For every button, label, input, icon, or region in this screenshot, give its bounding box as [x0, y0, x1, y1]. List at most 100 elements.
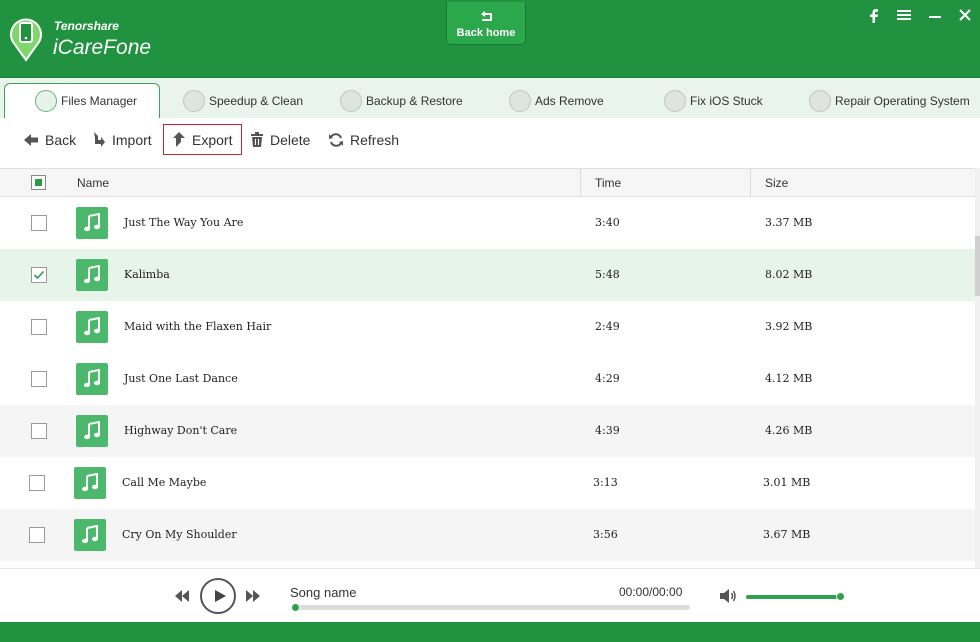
- tab-speedup-clean[interactable]: Speedup & Clean: [183, 83, 303, 118]
- song-name: Highway Don't Care: [124, 424, 238, 437]
- play-icon: [215, 590, 226, 602]
- tab-label: Speedup & Clean: [209, 93, 304, 108]
- progress-handle[interactable]: [291, 603, 300, 612]
- song-name: Just One Last Dance: [124, 372, 238, 385]
- row-checkbox[interactable]: [31, 423, 47, 439]
- column-divider[interactable]: [750, 169, 751, 197]
- refresh-button[interactable]: Refresh: [328, 124, 399, 155]
- volume-icon: [720, 589, 736, 603]
- import-button[interactable]: Import: [92, 124, 152, 155]
- table-row[interactable]: Call Me Maybe 3:13 3.01 MB: [0, 457, 975, 509]
- import-label: Import: [112, 131, 152, 148]
- volume-slider[interactable]: [746, 595, 843, 599]
- song-time: 5:48: [595, 268, 620, 281]
- tab-ads-remove[interactable]: Ads Remove: [509, 83, 604, 118]
- trash-icon: [509, 89, 531, 112]
- tab-label: Files Manager: [61, 94, 138, 108]
- row-checkbox[interactable]: [31, 371, 47, 387]
- music-icon: [76, 259, 108, 291]
- export-button[interactable]: Export: [163, 124, 243, 155]
- song-time: 2:49: [595, 320, 620, 333]
- music-player: Song name 00:00/00:00: [0, 568, 980, 622]
- close-icon[interactable]: [955, 7, 975, 25]
- back-home-label: Back home: [456, 27, 516, 39]
- song-name: Just The Way You Are: [124, 216, 244, 229]
- rewind-icon: [175, 590, 189, 602]
- volume-button[interactable]: [719, 588, 737, 609]
- play-button[interactable]: [200, 578, 236, 614]
- song-time: 3:40: [595, 216, 620, 229]
- song-list: Just The Way You Are 3:40 3.37 MB Kalimb…: [0, 197, 975, 567]
- row-checkbox[interactable]: [31, 319, 47, 335]
- back-home-button[interactable]: Back home: [446, 2, 526, 45]
- select-all-checkbox[interactable]: [31, 175, 46, 190]
- status-bar: [0, 622, 980, 642]
- song-name: Call Me Maybe: [122, 476, 207, 489]
- table-row[interactable]: Just The Way You Are 3:40 3.37 MB: [0, 197, 975, 249]
- music-icon: [74, 467, 106, 499]
- fast-forward-icon: [246, 590, 260, 602]
- checkmark-icon: [33, 270, 45, 280]
- scrollbar[interactable]: [975, 168, 980, 568]
- table-row[interactable]: Maid with the Flaxen Hair 2:49 3.92 MB: [0, 301, 975, 353]
- now-playing-time: 00:00/00:00: [619, 585, 683, 599]
- song-time: 3:13: [593, 476, 618, 489]
- song-time: 3:56: [593, 528, 618, 541]
- facebook-icon[interactable]: [864, 7, 884, 25]
- trash-icon: [251, 131, 263, 147]
- back-label: Back: [45, 131, 77, 148]
- scrollbar-thumb[interactable]: [975, 236, 980, 296]
- folder-icon: [340, 89, 362, 112]
- music-icon: [76, 415, 108, 447]
- music-icon: [76, 311, 108, 343]
- column-header-time[interactable]: Time: [595, 169, 621, 197]
- delete-label: Delete: [270, 131, 311, 148]
- column-header-name[interactable]: Name: [77, 169, 109, 197]
- tab-files-manager[interactable]: Files Manager: [4, 83, 160, 118]
- tab-fix-ios-stuck[interactable]: Fix iOS Stuck: [664, 83, 763, 118]
- tab-repair-os[interactable]: Repair Operating System: [809, 83, 970, 118]
- row-checkbox[interactable]: [29, 475, 45, 491]
- table-row[interactable]: Cry On My Shoulder 3:56 3.67 MB: [0, 509, 975, 561]
- export-label: Export: [192, 131, 233, 148]
- song-time: 4:29: [595, 372, 620, 385]
- progress-bar[interactable]: [295, 605, 690, 610]
- song-size: 3.67 MB: [763, 528, 811, 541]
- volume-handle[interactable]: [836, 592, 845, 601]
- table-row[interactable]: Kalimba 5:48 8.02 MB: [0, 249, 975, 301]
- minimize-icon[interactable]: [925, 7, 945, 25]
- song-size: 4.12 MB: [765, 372, 813, 385]
- previous-button[interactable]: [174, 589, 190, 608]
- logo-icon: [10, 18, 42, 62]
- song-size: 8.02 MB: [765, 268, 813, 281]
- song-size: 3.37 MB: [765, 216, 813, 229]
- song-size: 4.26 MB: [765, 424, 813, 437]
- refresh-icon: [329, 132, 343, 147]
- tab-label: Backup & Restore: [366, 93, 463, 108]
- tab-label: Ads Remove: [535, 93, 604, 108]
- export-icon: [173, 131, 185, 147]
- table-row[interactable]: Just One Last Dance 4:29 4.12 MB: [0, 353, 975, 405]
- menu-icon[interactable]: [894, 7, 914, 25]
- refresh-icon: [664, 89, 686, 112]
- column-divider[interactable]: [580, 169, 581, 197]
- app-window: Tenorshare iCareFone Back home Files Man…: [0, 0, 980, 642]
- song-time: 4:39: [595, 424, 620, 437]
- files-icon: [35, 90, 57, 112]
- tab-backup-restore[interactable]: Backup & Restore: [340, 83, 463, 118]
- music-icon: [76, 363, 108, 395]
- row-checkbox[interactable]: [29, 527, 45, 543]
- row-checkbox[interactable]: [31, 267, 47, 283]
- back-button[interactable]: Back: [23, 124, 76, 155]
- table-header: Name Time Size: [0, 168, 980, 197]
- table-row[interactable]: Highway Don't Care 4:39 4.26 MB: [0, 405, 975, 457]
- import-icon: [94, 131, 105, 147]
- wrench-icon: [809, 89, 831, 112]
- song-name: Cry On My Shoulder: [122, 528, 237, 541]
- column-header-size[interactable]: Size: [765, 169, 788, 197]
- delete-button[interactable]: Delete: [250, 124, 310, 155]
- tab-label: Fix iOS Stuck: [690, 93, 763, 108]
- back-home-icon: [481, 11, 492, 21]
- row-checkbox[interactable]: [31, 215, 47, 231]
- next-button[interactable]: [245, 589, 261, 608]
